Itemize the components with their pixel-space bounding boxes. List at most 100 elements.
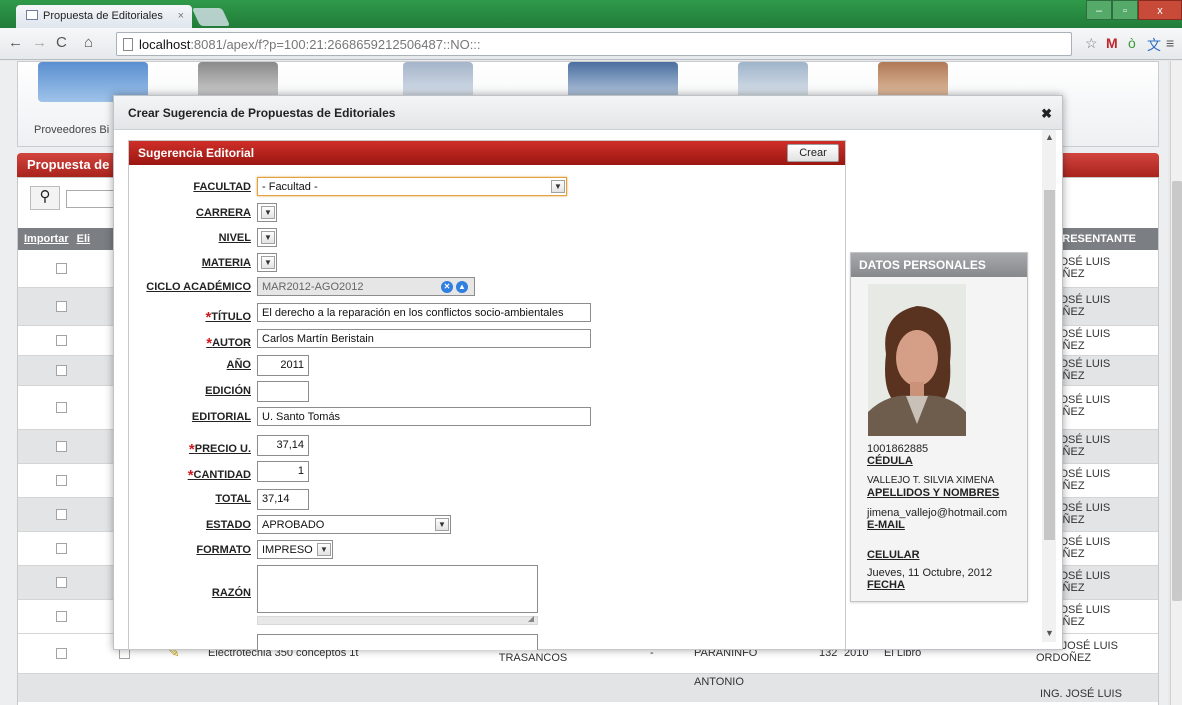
cell-responsable: ING. JOSÉ LUIS [1040, 688, 1122, 700]
next-textarea[interactable] [257, 634, 538, 650]
cedula-value: 1001862885 [867, 443, 929, 455]
row-materia: MATERIA ▼ [129, 253, 845, 275]
form-header: Sugerencia Editorial Crear [129, 141, 845, 165]
formato-select[interactable]: IMPRESO ▼ [257, 540, 333, 559]
chevron-down-icon: ▼ [435, 518, 449, 531]
textarea-resize-handle[interactable]: ◢ [257, 614, 538, 625]
extension-icon[interactable]: ò [1128, 35, 1136, 51]
scroll-down-icon[interactable]: ▼ [1045, 628, 1054, 638]
window-controls: – ▫ x [1086, 0, 1182, 20]
editorial-input[interactable]: U. Santo Tomás [257, 407, 591, 426]
page-scrollbar[interactable] [1170, 61, 1182, 705]
nav-label[interactable]: Proveedores Bi [34, 124, 109, 136]
home-icon[interactable]: ⌂ [84, 34, 93, 51]
row-nivel: NIVEL ▼ [129, 228, 845, 250]
browser-tab-bar: Propuesta de Editoriales × – ▫ x [0, 0, 1182, 28]
cantidad-input[interactable]: 1 [257, 461, 309, 482]
row-checkbox[interactable] [56, 648, 67, 659]
page-favicon-icon [26, 10, 38, 20]
forward-arrow-icon[interactable]: → [32, 34, 47, 51]
translate-extension-icon[interactable]: 文 [1147, 35, 1161, 55]
maximize-button[interactable]: ▫ [1112, 0, 1138, 20]
nivel-select[interactable]: ▼ [257, 228, 277, 247]
ciclo-label: CICLO ACADÉMICO [146, 281, 251, 293]
dialog-close-icon[interactable]: ✖ [1041, 106, 1052, 122]
titulo-input[interactable]: El derecho a la reparación en los confli… [257, 303, 591, 322]
fecha-label: FECHA [867, 579, 905, 591]
chevron-down-icon: ▼ [261, 206, 275, 219]
row-edicion: EDICIÓN [129, 381, 845, 403]
create-suggestion-dialog: Crear Sugerencia de Propuestas de Editor… [113, 95, 1063, 650]
personal-data-card: DATOS PERSONALES 1001862885 CÉDULA VALLE… [850, 252, 1028, 602]
row-editorial: EDITORIAL U. Santo Tomás [129, 407, 845, 429]
row-checkbox[interactable] [56, 441, 67, 452]
precio-label: *PRECIO U. [188, 441, 251, 458]
user-photo [868, 284, 966, 436]
back-arrow-icon[interactable]: ← [8, 34, 23, 51]
url-path: :8081/apex/f?p=100:21:2668659212506487::… [190, 37, 481, 52]
autor-input[interactable]: Carlos Martín Beristain [257, 329, 591, 348]
anio-input[interactable]: 2011 [257, 355, 309, 376]
row-checkbox[interactable] [56, 577, 67, 588]
row-autor: *AUTOR Carlos Martín Beristain [129, 329, 845, 352]
carrera-select[interactable]: ▼ [257, 203, 277, 222]
lov-icon[interactable]: ▲ [456, 281, 468, 293]
row-checkbox[interactable] [56, 365, 67, 376]
row-precio: *PRECIO U. 37,14 [129, 435, 845, 458]
autor-label: *AUTOR [206, 335, 251, 352]
row-checkbox[interactable] [56, 301, 67, 312]
tab-close-icon[interactable]: × [178, 10, 184, 22]
razon-textarea[interactable] [257, 565, 538, 613]
row-razon: RAZÓN ◢ [129, 565, 845, 635]
row-facultad: FACULTAD - Facultad - ▼ [129, 177, 845, 199]
razon-label: RAZÓN [211, 587, 251, 599]
row-checkbox[interactable] [56, 611, 67, 622]
edicion-label: EDICIÓN [205, 385, 251, 397]
row-total: TOTAL 37,14 [129, 489, 845, 511]
menu-icon[interactable]: ≡ [1166, 35, 1174, 51]
row-formato: FORMATO IMPRESO ▼ [129, 540, 845, 562]
row-checkbox[interactable] [56, 335, 67, 346]
browser-toolbar: ← → C ⌂ localhost:8081/apex/f?p=100:21:2… [0, 28, 1182, 60]
row-checkbox[interactable] [56, 263, 67, 274]
row-checkbox[interactable] [56, 475, 67, 486]
row-carrera: CARRERA ▼ [129, 203, 845, 225]
new-tab-button[interactable] [191, 8, 231, 26]
suggestion-form: Sugerencia Editorial Crear FACULTAD - Fa… [128, 140, 846, 650]
row-checkbox[interactable] [56, 543, 67, 554]
nombres-value: VALLEJO T. SILVIA XIMENA [867, 475, 995, 486]
materia-select[interactable]: ▼ [257, 253, 277, 272]
facultad-select[interactable]: - Facultad - ▼ [257, 177, 567, 196]
dialog-scrollbar[interactable]: ▲ ▼ [1042, 130, 1056, 642]
card-title: DATOS PERSONALES [851, 253, 1027, 277]
row-checkbox[interactable] [56, 509, 67, 520]
address-bar[interactable]: localhost:8081/apex/f?p=100:21:266865921… [116, 32, 1072, 56]
nivel-label: NIVEL [218, 232, 251, 244]
column-header-responsable[interactable]: RESENTANTE [1062, 233, 1136, 245]
ciclo-input[interactable]: MAR2012-AGO2012 ✕ ▲ [257, 277, 475, 296]
clear-icon[interactable]: ✕ [441, 281, 453, 293]
gmail-extension-icon[interactable]: M [1106, 35, 1118, 51]
estado-select[interactable]: APROBADO ▼ [257, 515, 451, 534]
search-icon[interactable]: ⚲ [30, 186, 60, 210]
cell-author: ANTONIO [694, 676, 744, 688]
row-checkbox[interactable] [56, 402, 67, 413]
celular-label: CELULAR [867, 549, 920, 561]
page-scrollbar-thumb[interactable] [1172, 181, 1182, 601]
dialog-scrollbar-thumb[interactable] [1044, 190, 1055, 540]
total-input[interactable]: 37,14 [257, 489, 309, 510]
scroll-up-icon[interactable]: ▲ [1045, 132, 1054, 142]
close-window-button[interactable]: x [1138, 0, 1182, 20]
minimize-button[interactable]: – [1086, 0, 1112, 20]
row-titulo: *TÍTULO El derecho a la reparación en lo… [129, 303, 845, 326]
create-button[interactable]: Crear [787, 144, 839, 162]
fecha-value: Jueves, 11 Octubre, 2012 [867, 567, 993, 579]
import-link[interactable]: Importar [24, 233, 69, 245]
chevron-down-icon: ▼ [261, 256, 275, 269]
delete-link[interactable]: Eli [77, 233, 90, 245]
reload-icon[interactable]: C [56, 34, 67, 51]
browser-tab[interactable]: Propuesta de Editoriales × [16, 5, 192, 28]
bookmark-star-icon[interactable]: ☆ [1085, 35, 1098, 52]
edicion-input[interactable] [257, 381, 309, 402]
precio-input[interactable]: 37,14 [257, 435, 309, 456]
